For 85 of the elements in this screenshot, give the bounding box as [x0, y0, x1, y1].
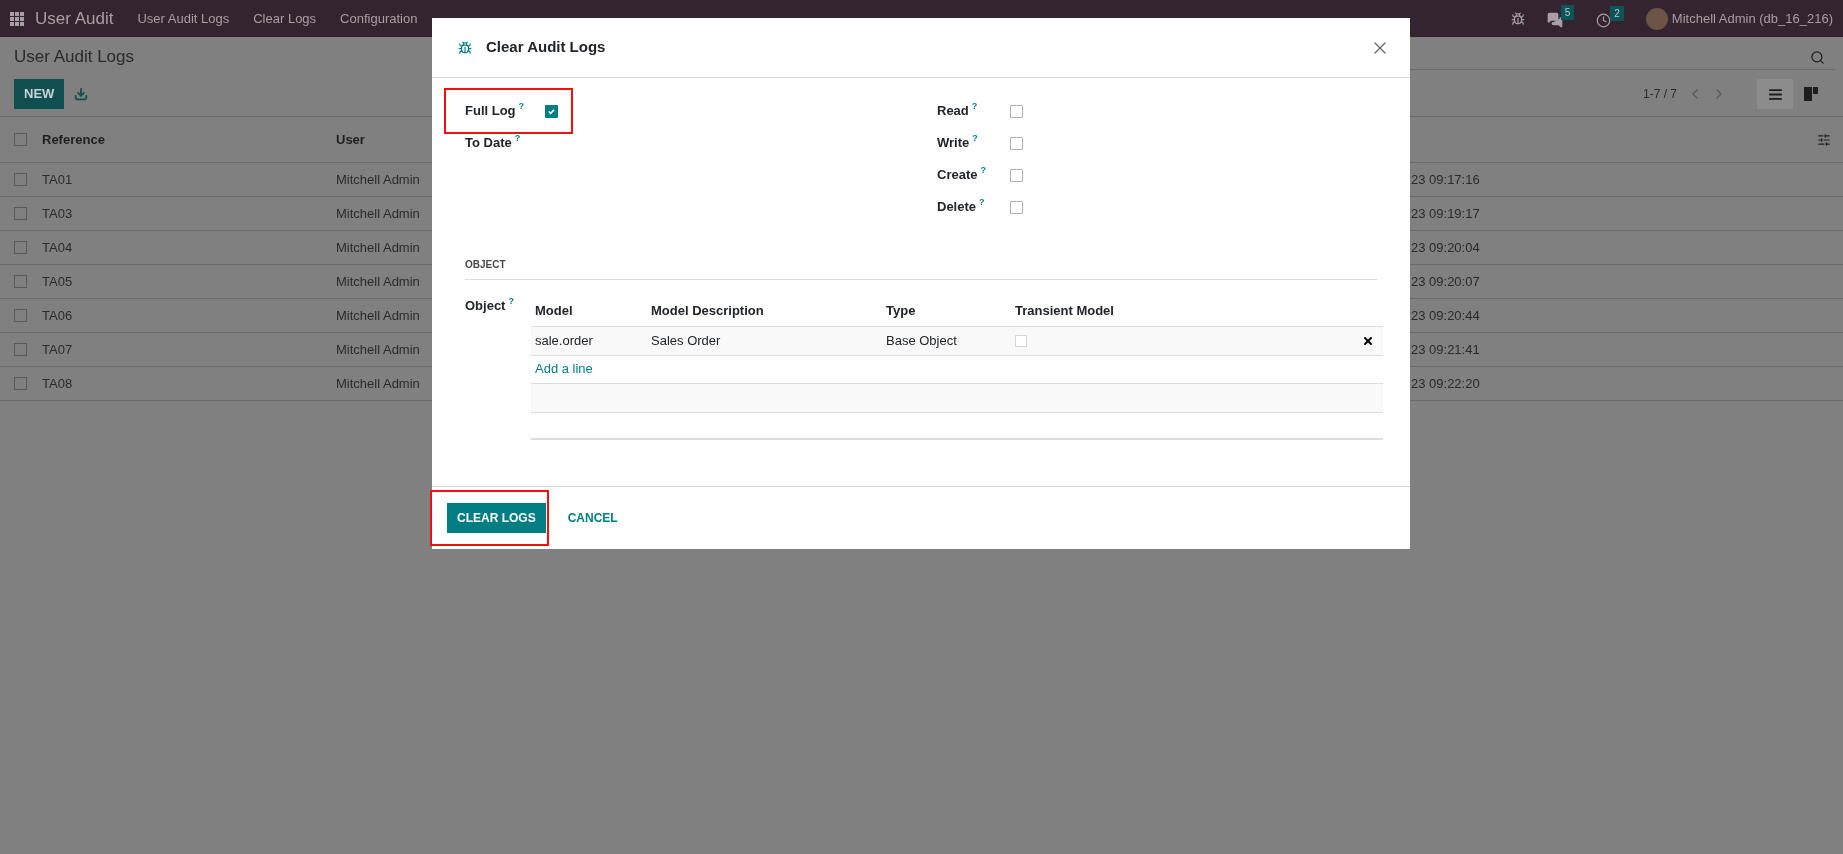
nav-menu-item[interactable]: Clear Logs	[253, 8, 317, 29]
chat-icon[interactable]	[1546, 12, 1563, 28]
table-cell-text: TA03	[42, 204, 74, 223]
field-label: Write ?	[937, 133, 979, 153]
row-checkbox[interactable]	[14, 241, 27, 254]
dialog-title: Clear Audit Logs	[486, 37, 606, 58]
message-count-badge: 5	[1560, 5, 1575, 20]
column-header[interactable]: Transient Model	[1011, 300, 1211, 321]
clock-icon[interactable]	[1596, 12, 1612, 28]
activity-count-badge: 2	[1610, 5, 1624, 21]
add-line-link[interactable]: Add a line	[531, 359, 593, 379]
table-cell-text: Mitchell Admin	[336, 306, 421, 325]
column-header[interactable]: Model Description	[647, 300, 882, 321]
table-cell-text: TA06	[42, 306, 74, 325]
bug-icon[interactable]	[1510, 11, 1525, 26]
select-all-checkbox[interactable]	[14, 133, 27, 146]
table-cell-text: Mitchell Admin	[336, 204, 421, 223]
table-cell-text: TA08	[42, 374, 74, 393]
page-title: User Audit Logs	[14, 46, 134, 69]
column-header[interactable]: User	[336, 129, 432, 150]
help-tooltip-mark[interactable]: ?	[980, 165, 986, 176]
table-cell-text: 23 09:20:44	[1411, 306, 1480, 325]
field-label: Full Log ?	[465, 101, 526, 121]
row-checkbox[interactable]	[14, 173, 27, 186]
table-cell-text: Mitchell Admin	[336, 374, 421, 393]
checkbox[interactable]	[1010, 168, 1023, 182]
clear-logs-button[interactable]: CLEAR LOGS	[447, 502, 546, 533]
pager-count[interactable]: 1-7 / 7	[1642, 85, 1677, 103]
row-checkbox[interactable]	[14, 343, 27, 356]
field-label: Object ?	[465, 295, 515, 315]
kanban-icon	[1804, 87, 1818, 101]
table-cell-text: Base Object	[885, 331, 958, 350]
table-cell-text: TA01	[42, 170, 74, 189]
delete-row-icon[interactable]	[1362, 334, 1374, 347]
table-cell-text: 23 09:19:17	[1411, 204, 1480, 223]
row-checkbox[interactable]	[14, 377, 27, 390]
app-name[interactable]: User Audit	[35, 5, 114, 32]
nav-menu-item[interactable]: Configuration	[340, 8, 418, 29]
nav-menu-item[interactable]: User Audit Logs	[137, 8, 230, 29]
help-tooltip-mark[interactable]: ?	[979, 197, 985, 208]
field-label: Delete ?	[937, 197, 986, 217]
list-icon	[1767, 86, 1783, 102]
table-cell-text: 23 09:22:20	[1411, 374, 1480, 393]
column-header[interactable]: Type	[882, 300, 1011, 321]
table-cell-text: 23 09:21:41	[1411, 340, 1480, 359]
list-view-button[interactable]	[1757, 79, 1793, 109]
row-checkbox[interactable]	[14, 207, 27, 220]
checkbox[interactable]	[1010, 104, 1023, 118]
table-cell-text: 23 09:20:04	[1411, 238, 1480, 257]
field-label: Read ?	[937, 101, 979, 121]
table-cell-text: TA07	[42, 340, 74, 359]
table-cell-text: Mitchell Admin	[336, 170, 421, 189]
help-tooltip-mark[interactable]: ?	[972, 133, 978, 144]
column-header[interactable]: Model	[531, 300, 647, 321]
download-icon[interactable]	[74, 87, 89, 101]
checkbox[interactable]	[545, 104, 558, 118]
row-checkbox[interactable]	[14, 275, 27, 288]
user-menu[interactable]: Mitchell Admin (db_16_216)	[1671, 8, 1833, 29]
apps-menu-icon[interactable]	[10, 11, 24, 26]
field-label: To Date ?	[465, 133, 522, 153]
table-cell-text: TA05	[42, 272, 74, 291]
help-tooltip-mark[interactable]: ?	[514, 133, 521, 144]
column-settings-icon[interactable]	[1817, 132, 1831, 147]
table-cell-text: TA04	[42, 238, 74, 257]
table-cell-text: Mitchell Admin	[336, 238, 421, 257]
table-cell-text: sale.order	[534, 331, 594, 350]
check-icon	[547, 106, 556, 116]
checkbox[interactable]	[1010, 136, 1023, 150]
table-cell-text: 23 09:17:16	[1411, 170, 1480, 189]
table-cell-text: Sales Order	[650, 331, 722, 350]
table-cell-text: 23 09:20:07	[1411, 272, 1480, 291]
help-tooltip-mark[interactable]: ?	[518, 101, 525, 112]
bug-icon	[458, 40, 472, 55]
field-label: Create ?	[937, 165, 987, 185]
column-header[interactable]: Reference	[42, 129, 336, 150]
row-checkbox[interactable]	[14, 309, 27, 322]
table-cell-text: Mitchell Admin	[336, 272, 421, 291]
search-icon[interactable]	[1810, 49, 1825, 65]
table-cell-text: Mitchell Admin	[336, 340, 421, 359]
checkbox[interactable]	[1010, 200, 1023, 214]
help-tooltip-mark[interactable]: ?	[971, 101, 978, 112]
help-tooltip-mark[interactable]: ?	[508, 295, 514, 306]
section-heading: OBJECT	[465, 259, 506, 270]
new-button[interactable]: NEW	[14, 79, 65, 109]
cancel-button[interactable]: CANCEL	[557, 502, 628, 533]
